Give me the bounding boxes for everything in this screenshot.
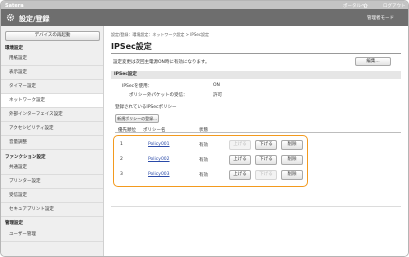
- sidebar-item-printer[interactable]: プリンター設定: [1, 175, 103, 189]
- row-priority: 1: [120, 142, 123, 147]
- gear-icon: [6, 13, 15, 22]
- register-policy-button[interactable]: 新規ポリシーの登録...: [115, 114, 159, 123]
- sidebar-item-user-management[interactable]: ユーザー管理: [1, 228, 103, 242]
- use-ipsec-label: IPSecを使用：: [122, 84, 153, 89]
- section-header: IPSec設定: [111, 71, 401, 79]
- sidebar-item-network[interactable]: ネットワーク設定: [1, 94, 103, 108]
- row-priority: 3: [120, 172, 123, 177]
- delete-policy-button[interactable]: 削除: [281, 140, 303, 150]
- policy-name-link[interactable]: Policy001: [148, 142, 170, 147]
- sidebar-item-secure-print[interactable]: セキュアプリント設定: [1, 203, 103, 217]
- column-status: 状態: [199, 128, 208, 133]
- policy-name-link[interactable]: Policy002: [148, 157, 170, 162]
- logout-link[interactable]: ログアウト: [383, 3, 406, 9]
- header-title: 設定/登録: [19, 14, 50, 23]
- policy-table-header: 優先順位 ポリシー名 状態: [115, 126, 401, 133]
- registered-policies-heading: 登録されているIPSecポリシー: [115, 105, 177, 110]
- sidebar-item-volume[interactable]: 音量調整: [1, 136, 103, 150]
- sidebar-group-function: ファンクション設定: [5, 155, 46, 160]
- restart-notice: 設定変更は次回主電源ON時に有効になります。: [113, 60, 210, 65]
- non-policy-packets-label: ポリシー外パケットの受信：: [129, 93, 188, 98]
- edit-button[interactable]: 編集...: [355, 57, 391, 66]
- row-status: 有効: [199, 158, 208, 163]
- sidebar-item-external-interface[interactable]: 外部インターフェイス設定: [1, 108, 103, 122]
- top-bar: Satera ポータルへ ログアウト: [1, 1, 408, 9]
- delete-policy-button[interactable]: 削除: [281, 170, 303, 180]
- raise-priority-button[interactable]: 上げる: [229, 155, 251, 165]
- main-content: 設定/登録：環境設定：ネットワーク設定 > IPSec設定 IPSec設定 設定…: [105, 26, 408, 256]
- row-status: 有効: [199, 173, 208, 178]
- column-policy-name: ポリシー名: [143, 128, 166, 133]
- page-title: IPSec設定: [111, 42, 152, 51]
- lower-priority-button[interactable]: 下げる: [255, 170, 277, 180]
- table-row: 2 Policy002 有効 上げる 下げる 削除: [115, 153, 307, 168]
- sidebar-item-common[interactable]: 共通設定: [1, 161, 103, 175]
- sidebar-item-display[interactable]: 表示設定: [1, 66, 103, 80]
- row-priority: 2: [120, 157, 123, 162]
- sidebar: デバイスの再起動 環境設定 用紙設定 表示設定 タイマー設定 ネットワーク設定 …: [1, 26, 104, 256]
- home-icon[interactable]: [363, 2, 368, 8]
- sidebar-item-receive[interactable]: 受信設定: [1, 189, 103, 203]
- use-ipsec-value: ON: [213, 83, 220, 88]
- breadcrumb: 設定/登録：環境設定：ネットワーク設定 > IPSec設定: [111, 32, 210, 37]
- non-policy-packets-value: 許可: [213, 93, 222, 98]
- admin-mode-label: 管理者モード: [367, 16, 394, 21]
- raise-priority-button[interactable]: 上げる: [229, 170, 251, 180]
- sidebar-item-timer[interactable]: タイマー設定: [1, 80, 103, 94]
- content-divider: [111, 206, 401, 207]
- column-priority: 優先順位: [118, 128, 136, 133]
- sidebar-group-preferences: 環境設定: [5, 46, 23, 51]
- lower-priority-button[interactable]: 下げる: [255, 140, 277, 150]
- table-row: 1 Policy001 有効 上げる 下げる 削除: [115, 138, 307, 153]
- delete-policy-button[interactable]: 削除: [281, 155, 303, 165]
- table-row: 3 Policy003 有効 上げる 下げる 削除: [115, 168, 307, 183]
- policy-name-link[interactable]: Policy003: [148, 172, 170, 177]
- lower-priority-button[interactable]: 下げる: [255, 155, 277, 165]
- sidebar-item-paper[interactable]: 用紙設定: [1, 52, 103, 66]
- sidebar-group-management: 管理設定: [5, 221, 23, 226]
- restart-device-button[interactable]: デバイスの再起動: [5, 31, 100, 41]
- header-bar: 設定/登録 管理者モード: [1, 9, 408, 26]
- app-window: Satera ポータルへ ログアウト 設定/登録 管理者モード デバイスの再起動…: [0, 0, 409, 257]
- raise-priority-button[interactable]: 上げる: [229, 140, 251, 150]
- sidebar-item-accessibility[interactable]: アクセシビリティ設定: [1, 122, 103, 136]
- row-status: 有効: [199, 143, 208, 148]
- brand-logo: Satera: [5, 2, 24, 9]
- title-divider: [111, 53, 401, 54]
